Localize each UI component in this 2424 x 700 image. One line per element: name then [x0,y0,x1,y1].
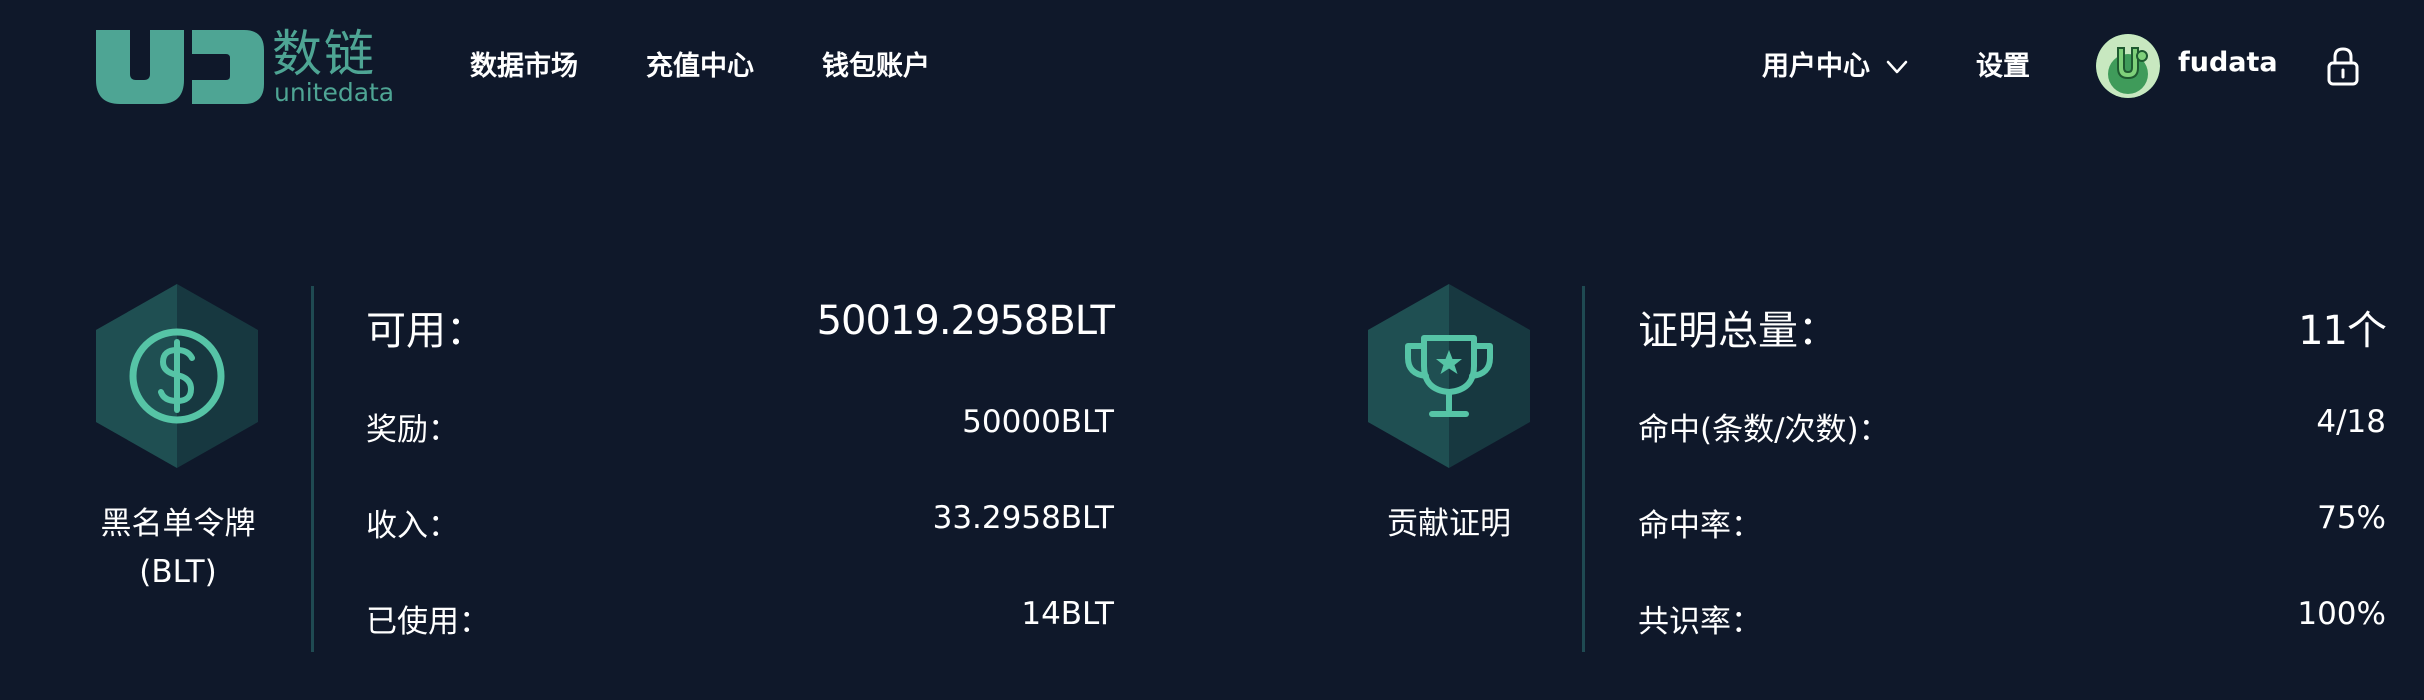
nav-settings[interactable]: 设置 [1976,50,2030,84]
proof-total-value: 11个 [2298,308,2387,354]
proof-row-consensus-rate: 共识率： 100% [1638,596,2386,656]
username-label[interactable]: fudata [2178,46,2278,80]
user-avatar[interactable] [2096,34,2160,98]
income-value: 33.2958BLT [932,500,1114,536]
logo-chinese-text: 数链 [272,25,376,83]
ud-logo-icon [96,30,264,104]
hit-rate-value: 75% [2317,500,2386,536]
token-row-income: 收入： 33.2958BLT [366,500,1114,560]
hit-rate-label: 命中率： [1638,508,1762,544]
top-navigation-bar: 数链 unitedata 数据市场 充值中心 钱包账户 用户中心 设置 fuda… [0,0,2424,140]
nav-wallet-account[interactable]: 钱包账户 [822,50,930,84]
unitedata-logo[interactable]: 数链 unitedata [96,25,394,108]
proof-divider [1582,286,1585,652]
hits-label: 命中(条数/次数)： [1638,412,1890,448]
lock-icon[interactable] [2326,46,2360,86]
hits-value: 4/18 [2316,404,2386,440]
reward-label: 奖励： [366,412,459,448]
token-name: 黑名单令牌 (BLT) [88,500,268,596]
proof-row-hits: 命中(条数/次数)： 4/18 [1638,404,2386,464]
nav-data-market[interactable]: 数据市场 [470,50,578,84]
proof-row-total: 证明总量： 11个 [1638,298,2387,358]
token-name-line2: (BLT) [139,554,217,590]
used-value: 14BLT [1021,596,1114,632]
token-hexagon-badge [96,284,258,468]
available-label: 可用： [366,308,486,354]
avatar-icon [2096,34,2160,98]
token-row-available: 可用： 50019.2958BLT [366,298,1115,358]
nav-recharge-center[interactable]: 充值中心 [646,50,754,84]
income-label: 收入： [366,508,459,544]
token-divider [311,286,314,652]
token-row-reward: 奖励： 50000BLT [366,404,1114,464]
reward-value: 50000BLT [962,404,1114,440]
proof-name: 贡献证明 [1387,506,1511,542]
proof-total-label: 证明总量： [1638,308,1838,354]
token-row-used: 已使用： 14BLT [366,596,1114,656]
nav-user-center[interactable]: 用户中心 [1762,50,1870,84]
token-name-line1: 黑名单令牌 [100,506,256,542]
proof-hexagon-badge [1368,284,1530,468]
available-value: 50019.2958BLT [816,298,1115,344]
chevron-down-icon[interactable] [1886,56,1908,78]
proof-row-hit-rate: 命中率： 75% [1638,500,2386,560]
logo-english-text: unitedata [274,78,395,107]
consensus-rate-label: 共识率： [1638,604,1762,640]
used-label: 已使用： [366,604,490,640]
consensus-rate-value: 100% [2297,596,2386,632]
